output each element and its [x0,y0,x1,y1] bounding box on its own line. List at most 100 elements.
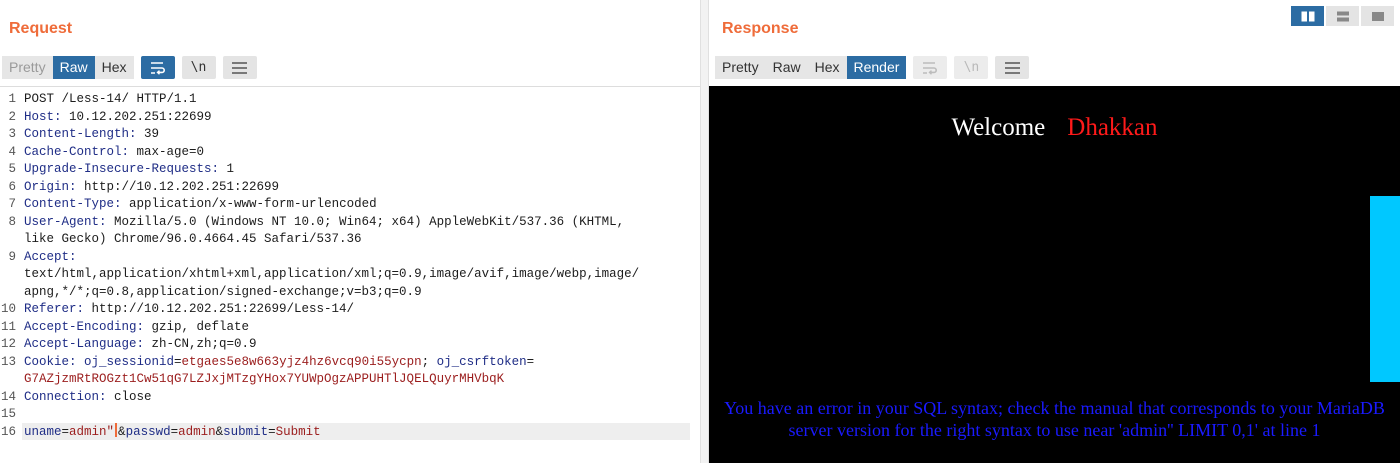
token: etgaes5e8w663yjz4hz6vcq90i55ycpn [181,354,422,369]
editor-line[interactable]: 12 Accept-Language: zh-CN,zh;q=0.9 [0,335,700,353]
editor-line[interactable]: 13 Cookie: oj_sessionid=etgaes5e8w663yjz4… [0,353,700,371]
editor-line[interactable]: 2 Host: 10.12.202.251:22699 [0,108,700,126]
editor-line[interactable]: 9 Accept: [0,248,700,266]
token: Accept: [24,249,77,264]
layout-top-bottom-button[interactable] [1326,6,1359,26]
request-word-wrap-button[interactable] [140,56,175,79]
editor-line[interactable]: 15 [0,405,700,423]
line-text: apng,*/*;q=0.8,application/signed-exchan… [24,283,422,301]
response-title: Response [722,20,799,37]
token: application/x-www-form-urlencoded [129,197,377,211]
token: passwd [125,424,171,439]
token: oj_csrftoken [436,354,527,369]
token: like Gecko) Chrome/96.0.4664.45 Safari/5… [24,232,362,246]
request-newline-button[interactable]: \n [181,56,216,79]
response-tab-render[interactable]: Render [846,56,907,79]
pane-splitter[interactable] [700,0,709,463]
line-number: 4 [8,144,16,159]
request-tab-pretty[interactable]: Pretty [2,56,53,79]
token: Host: [24,109,70,124]
line-text: text/html,application/xhtml+xml,applicat… [24,265,639,283]
token: 39 [144,127,160,141]
response-tab-pretty[interactable]: Pretty [715,56,766,79]
line-text: G7AZjzmRtROGzt1Cw51qG7LZJxjMTzgYHox7YUWp… [24,370,504,388]
word-wrap-icon [150,61,165,75]
editor-line[interactable]: 16 uname=admin" &passwd=admin&submit=Submi… [0,422,700,441]
token: uname [24,424,62,439]
line-number: 8 [8,214,16,229]
line-number: 14 [0,389,16,404]
response-tab-hex[interactable]: Hex [807,56,847,79]
token: Upgrade-Insecure-Requests: [24,162,227,176]
response-pane: Response Pretty Raw Hex Render \n Welcom… [709,0,1400,463]
line-text: Connection: close [24,388,152,406]
line-text: Referer: http://10.12.202.251:22699/Less… [24,300,354,318]
line-number: 12 [0,337,16,351]
token: oj_sessionid [84,354,175,369]
token: G7AZjzmRtROGzt1Cw51qG7LZJxjMTzgYHox7YUWp… [24,372,505,386]
token: Content-Type: [24,197,130,211]
line-text: uname=admin" &passwd=admin&submit=Submit [24,422,321,441]
newline-toggle-icon: \n [190,60,207,75]
editor-line[interactable]: apng,*/*;q=0.8,application/signed-exchan… [0,283,700,301]
line-number: 11 [0,319,16,334]
line-number: 10 [0,302,16,316]
editor-line[interactable]: G7AZjzmRtROGzt1Cw51qG7LZJxjMTzgYHox7YUWp… [0,370,700,388]
editor-line[interactable]: 3 Content-Length: 39 [0,125,700,143]
editor-line[interactable]: 11 Accept-Encoding: gzip, deflate [0,318,700,336]
token: admin [178,424,216,439]
line-number: 3 [8,127,16,141]
line-number: 16 [0,424,16,439]
token: ; [421,354,437,369]
token: Accept-Language: [24,337,152,351]
request-tab-hex[interactable]: Hex [94,56,134,79]
response-word-wrap-button[interactable] [913,56,948,79]
layout-tabs-button[interactable] [1361,6,1394,26]
token: Mozilla/5.0 (Windows NT 10.0; Win64; x64… [114,214,625,229]
response-menu-button[interactable] [995,56,1030,79]
editor-line[interactable]: text/html,application/xhtml+xml,applicat… [0,265,700,283]
layout-tabs-icon [1371,11,1384,21]
editor-line[interactable]: 5 Upgrade-Insecure-Requests: 1 [0,160,700,178]
token: submit [223,424,269,439]
request-menu-button[interactable] [222,56,257,79]
response-toolbar: Pretty Raw Hex Render \n [715,56,1030,79]
line-text: Accept-Encoding: gzip, deflate [24,318,249,336]
editor-line[interactable]: 7 Content-Type: application/x-www-form-ur… [0,195,700,213]
request-pane: Request Pretty Raw Hex \n 1 POST /Less-14… [0,0,700,463]
layout-side-by-side-icon [1301,11,1314,21]
menu-icon [1004,61,1020,74]
line-number: 13 [0,354,16,369]
sql-error-message: You have an error in your SQL syntax; ch… [724,398,1385,440]
request-view-tabs: Pretty Raw Hex [2,56,134,79]
response-newline-button[interactable]: \n [954,56,989,79]
welcome-heading: Welcome Dhakkan [709,114,1400,142]
line-text: Origin: http://10.12.202.251:22699 [24,178,279,196]
welcome-username: Dhakkan [1067,114,1158,141]
token: POST /Less-14/ HTTP/1.1 [24,92,197,106]
token: admin" [69,424,115,439]
line-text: POST /Less-14/ HTTP/1.1 [24,90,197,108]
request-toolbar: Pretty Raw Hex \n [2,56,257,79]
layout-switch [1289,6,1394,26]
token: = [174,354,182,369]
editor-line[interactable]: 4 Cache-Control: max-age=0 [0,143,700,161]
token: Connection: [24,389,115,404]
editor-line[interactable]: 14 Connection: close [0,388,700,406]
request-tab-raw[interactable]: Raw [52,56,95,79]
token: close [114,389,152,404]
line-number: 6 [8,179,16,194]
request-editor[interactable]: 1 POST /Less-14/ HTTP/1.1 2 Host: 10.12.202… [0,86,700,463]
token: Cookie: [24,354,85,369]
editor-line[interactable]: 1 POST /Less-14/ HTTP/1.1 [0,90,700,108]
line-text: Cache-Control: max-age=0 [24,143,204,161]
line-number: 2 [8,109,16,124]
editor-line[interactable]: like Gecko) Chrome/96.0.4664.45 Safari/5… [0,230,700,248]
editor-line[interactable]: 6 Origin: http://10.12.202.251:22699 [0,178,700,196]
response-tab-raw[interactable]: Raw [765,56,808,79]
layout-side-by-side-button[interactable] [1291,6,1324,26]
line-text: Upgrade-Insecure-Requests: 1 [24,160,234,178]
editor-line[interactable]: 10 Referer: http://10.12.202.251:22699/Le… [0,300,700,318]
token: http://10.12.202.251:22699/Less-14/ [91,302,355,316]
editor-line[interactable]: 8 User-Agent: Mozilla/5.0 (Windows NT 10.… [0,213,700,231]
